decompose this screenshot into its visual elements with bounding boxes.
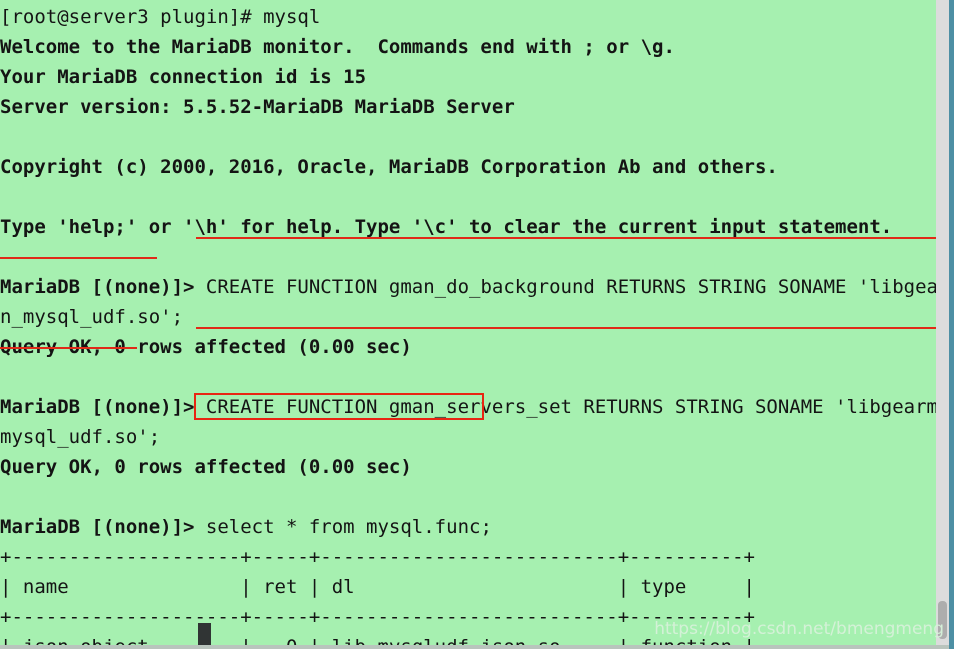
mysql-prompt-1: MariaDB [(none)]> (0, 276, 206, 298)
annotation-underline-command2-b (0, 347, 137, 349)
annotation-underline-command1-a (196, 237, 938, 239)
scrollbar-track[interactable] (936, 0, 949, 649)
create-function-1-text[interactable]: CREATE FUNCTION gman_do_background RETUR… (206, 276, 936, 298)
shell-prompt-line: [root@server3 plugin]# mysql (0, 6, 321, 28)
server-version-line: Server version: 5.5.52-MariaDB MariaDB S… (0, 96, 515, 118)
query-result-1: Query OK, 0 rows affected (0.00 sec) (0, 336, 412, 358)
command-line-1: MariaDB [(none)]> CREATE FUNCTION gman_d… (0, 272, 936, 302)
table-header-row: | name | ret | dl | type | (0, 576, 755, 598)
window-bottom-border (0, 645, 949, 649)
command-line-3: MariaDB [(none)]> select * from mysql.fu… (0, 512, 936, 542)
query-result-2: Query OK, 0 rows affected (0.00 sec) (0, 456, 412, 478)
mysql-prompt-2: MariaDB [(none)]> (0, 396, 206, 418)
watermark-text: https://blog.csdn.net/bmengmeng (654, 619, 944, 639)
welcome-line: Welcome to the MariaDB monitor. Commands… (0, 36, 675, 58)
annotation-box-select-query (194, 393, 484, 420)
select-query-text[interactable]: select * from mysql.func; (206, 516, 492, 538)
annotation-underline-command2-a (196, 327, 938, 329)
connection-id-line: Your MariaDB connection id is 15 (0, 66, 367, 88)
mysql-prompt-3: MariaDB [(none)]> (0, 516, 206, 538)
text-cursor (198, 623, 211, 647)
terminal-output-area[interactable]: [root@server3 plugin]# mysql Welcome to … (0, 0, 936, 645)
window-right-border (949, 0, 954, 649)
create-function-2-wrap[interactable]: mysql_udf.so'; (0, 422, 936, 452)
terminal-window: [root@server3 plugin]# mysql Welcome to … (0, 0, 954, 649)
copyright-line: Copyright (c) 2000, 2016, Oracle, MariaD… (0, 156, 778, 178)
table-separator-top: +--------------------+-----+------------… (0, 546, 755, 568)
annotation-underline-command1-b (0, 257, 157, 259)
